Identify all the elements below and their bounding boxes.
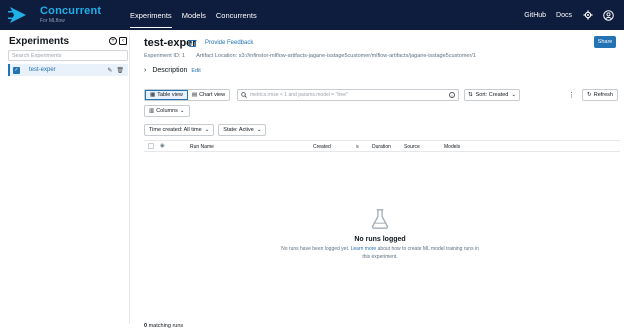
runs-toolbar: ▦ Table view ▤ Chart view metrics.rmse <…: [144, 89, 620, 101]
empty-state: No runs logged No runs have been logged …: [280, 208, 480, 261]
concurrent-logo[interactable]: Concurrent For MLflow: [8, 5, 128, 25]
state-filter-label: State: Active: [223, 127, 254, 133]
sidebar-item-test-exper[interactable]: ✓ test-exper ✎ 🗑: [8, 64, 128, 76]
header-source[interactable]: Source: [404, 144, 420, 150]
table-view-label: Table view: [157, 92, 183, 98]
nav-right: GitHub Docs: [524, 0, 614, 30]
sort-icon: ⇅: [468, 92, 473, 98]
provide-feedback-link[interactable]: Provide Feedback: [205, 40, 253, 46]
time-filter-label: Time created: All time: [149, 127, 202, 133]
chevron-down-icon: ⌄: [204, 127, 210, 133]
state-filter[interactable]: State: Active ⌄: [218, 124, 267, 136]
edit-pencil-icon[interactable]: ✎: [107, 67, 112, 74]
chevron-down-icon: ⌄: [179, 108, 185, 114]
runs-search-input[interactable]: metrics.rmse < 1 and params.model = "tre…: [237, 89, 459, 101]
sort-dropdown[interactable]: ⇅ Sort: Created ⌄: [464, 89, 520, 101]
brand-subtitle: For MLflow: [40, 18, 65, 24]
more-options-icon[interactable]: ⋮: [568, 91, 575, 99]
header-run-name[interactable]: Run Name: [190, 144, 214, 150]
refresh-button[interactable]: ↻ Refresh: [582, 89, 618, 101]
runs-count-label: matching runs: [148, 323, 184, 329]
runs-count: 0: [144, 323, 148, 329]
top-navbar: Concurrent For MLflow Experiments Models…: [0, 0, 624, 30]
sidebar-title: Experiments: [9, 36, 70, 47]
empty-description: No runs have been logged yet. Learn more…: [280, 246, 480, 261]
chevron-down-icon: ⌄: [256, 127, 262, 133]
edit-description-link[interactable]: Edit: [191, 68, 200, 74]
header-duration[interactable]: Duration: [372, 144, 391, 150]
chart-view-label: Chart view: [199, 92, 226, 98]
refresh-label: Refresh: [593, 92, 613, 98]
experiment-main: test-exper Provide Feedback Share Experi…: [140, 34, 620, 331]
nav-docs[interactable]: Docs: [556, 0, 572, 30]
artifact-location: Artifact Location: s3://infinstor-mlflow…: [196, 53, 476, 59]
settings-gear-icon[interactable]: [582, 10, 593, 21]
main-nav: Experiments Models Concurrents: [130, 0, 257, 30]
sidebar-item-label: test-exper: [29, 67, 56, 73]
add-experiment-icon[interactable]: +: [109, 37, 117, 45]
filters-row: Time created: All time ⌄ State: Active ⌄: [144, 124, 267, 136]
columns-icon: ▥: [149, 108, 155, 114]
learn-more-link[interactable]: Learn more: [351, 246, 377, 252]
columns-button[interactable]: ▥ Columns ⌄: [144, 105, 190, 117]
empty-title: No runs logged: [354, 236, 406, 243]
table-icon: ▦: [150, 92, 156, 98]
empty-text-after: about how to create ML model training ru…: [362, 246, 479, 260]
view-toggle: ▦ Table view ▤ Chart view: [144, 89, 231, 101]
matching-runs-count: 0 matching runs: [144, 323, 183, 329]
runs-table-header: ◉ Run Name Created ≡ Duration Source Mod…: [144, 140, 620, 152]
select-all-checkbox[interactable]: [148, 143, 154, 149]
chart-view-button[interactable]: ▤ Chart view: [188, 90, 229, 100]
columns-label: Columns: [156, 108, 178, 114]
user-account-icon[interactable]: [603, 9, 614, 21]
search-icon: [241, 92, 247, 98]
info-icon[interactable]: i: [449, 92, 455, 98]
chevron-down-icon: ⌄: [511, 92, 516, 98]
chart-icon: ▤: [191, 92, 198, 98]
checkbox-checked-icon[interactable]: ✓: [13, 66, 20, 74]
nav-models[interactable]: Models: [182, 0, 206, 30]
copy-icon[interactable]: [189, 40, 196, 47]
delete-trash-icon[interactable]: 🗑: [116, 67, 124, 74]
sort-lines-icon[interactable]: ≡: [356, 144, 359, 150]
header-created[interactable]: Created: [313, 144, 331, 150]
brand-name: Concurrent: [40, 5, 102, 17]
header-models[interactable]: Models: [444, 144, 460, 150]
table-view-button[interactable]: ▦ Table view: [145, 90, 188, 100]
collapse-sidebar-icon[interactable]: ‹: [119, 37, 127, 45]
time-created-filter[interactable]: Time created: All time ⌄: [144, 124, 215, 136]
nav-concurrents[interactable]: Concurrents: [216, 0, 257, 30]
visibility-eye-icon[interactable]: ◉: [160, 143, 165, 149]
logo-mark-icon: [8, 7, 26, 23]
description-label: Description: [152, 67, 188, 74]
refresh-icon: ↻: [587, 92, 592, 98]
share-button[interactable]: Share: [594, 36, 616, 48]
experiments-sidebar: Experiments + ‹ Search Experiments ✓ tes…: [6, 34, 130, 324]
experiment-id: Experiment ID: 1: [144, 53, 185, 59]
experiment-meta: Experiment ID: 1 Artifact Location: s3:/…: [144, 53, 486, 59]
flask-icon: [371, 209, 389, 229]
nav-experiments[interactable]: Experiments: [130, 0, 172, 30]
empty-text-before: No runs have been logged yet.: [281, 246, 351, 252]
search-placeholder: metrics.rmse < 1 and params.model = "tre…: [250, 92, 348, 98]
nav-github[interactable]: GitHub: [524, 0, 546, 30]
description-toggle[interactable]: › Description Edit: [144, 67, 201, 74]
search-experiments-input[interactable]: Search Experiments: [8, 50, 128, 61]
sort-label: Sort: Created: [475, 92, 509, 98]
chevron-right-icon: ›: [144, 67, 147, 74]
